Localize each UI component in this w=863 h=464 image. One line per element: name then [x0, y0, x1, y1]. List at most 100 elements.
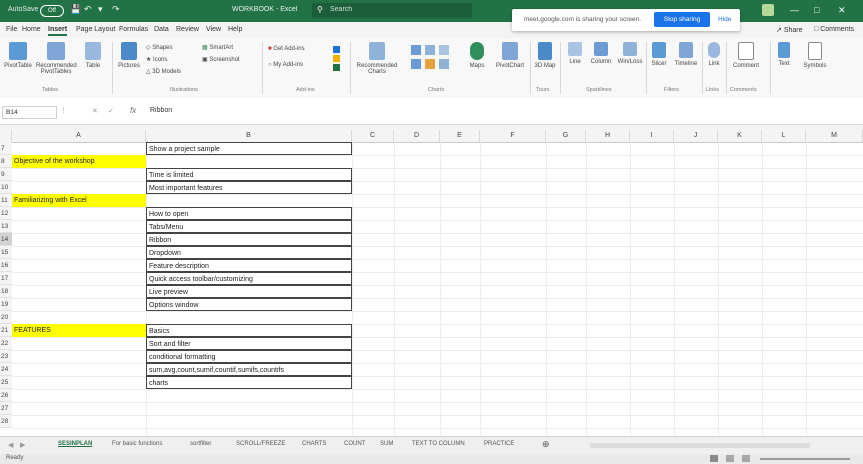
- cell-b21[interactable]: Basics: [146, 324, 352, 337]
- cell-a20[interactable]: [12, 311, 146, 324]
- maps-button[interactable]: Maps: [466, 42, 488, 69]
- page-break-view-icon[interactable]: [742, 455, 750, 462]
- row-header-14[interactable]: 14: [0, 233, 12, 246]
- search-box[interactable]: ⚲ Search: [312, 3, 472, 18]
- cell-b23[interactable]: conditional formatting: [146, 350, 352, 363]
- 3d-models-button[interactable]: △ 3D Models: [146, 68, 196, 75]
- row-header-11[interactable]: 11: [0, 194, 12, 207]
- recommended-charts-button[interactable]: Recommended Charts: [354, 42, 400, 75]
- cell-b15[interactable]: Dropdown: [146, 246, 352, 259]
- avatar[interactable]: [762, 4, 774, 16]
- normal-view-icon[interactable]: [710, 455, 718, 462]
- cell-b7[interactable]: Show a project sample: [146, 142, 352, 155]
- row-header-27[interactable]: 27: [0, 402, 12, 415]
- select-all-corner[interactable]: [0, 130, 12, 142]
- cell-a19[interactable]: [12, 298, 146, 311]
- cell-a23[interactable]: [12, 350, 146, 363]
- tab-file[interactable]: File: [6, 26, 17, 33]
- stop-sharing-button[interactable]: Stop sharing: [654, 12, 710, 27]
- row-header-17[interactable]: 17: [0, 272, 12, 285]
- row-header-24[interactable]: 24: [0, 363, 12, 376]
- row-header-15[interactable]: 15: [0, 246, 12, 259]
- cell-a27[interactable]: [12, 402, 146, 415]
- name-box[interactable]: B14: [2, 106, 57, 119]
- col-header-e[interactable]: E: [440, 130, 480, 142]
- table-button[interactable]: Table: [82, 42, 104, 69]
- restore-icon[interactable]: □: [814, 5, 819, 15]
- cell-b24[interactable]: sum,avg,count,sumif,countif,sumifs,count…: [146, 363, 352, 376]
- tab-help[interactable]: Help: [228, 26, 242, 33]
- text-button[interactable]: Text: [774, 42, 794, 67]
- cell-b19[interactable]: Options window: [146, 298, 352, 311]
- redo-icon[interactable]: ↷: [112, 4, 120, 15]
- pivotchart-button[interactable]: PivotChart: [492, 42, 528, 69]
- pictures-button[interactable]: Pictures: [116, 42, 142, 69]
- row-header-26[interactable]: 26: [0, 389, 12, 402]
- sheet-tab-charts[interactable]: CHARTS: [302, 441, 327, 447]
- comments-button[interactable]: □ Comments: [814, 26, 854, 33]
- chevron-down-icon[interactable]: ▾: [98, 4, 103, 15]
- cell-a12[interactable]: [12, 207, 146, 220]
- cell-b12[interactable]: How to open: [146, 207, 352, 220]
- col-header-b[interactable]: B: [146, 130, 352, 142]
- row-header-22[interactable]: 22: [0, 337, 12, 350]
- insert-function-button[interactable]: fx: [130, 106, 136, 115]
- row-header-19[interactable]: 19: [0, 298, 12, 311]
- cell-a14[interactable]: [12, 233, 146, 246]
- add-sheet-icon[interactable]: ⊕: [542, 439, 550, 450]
- row-header-18[interactable]: 18: [0, 285, 12, 298]
- tab-review[interactable]: Review: [176, 26, 199, 33]
- share-button[interactable]: ↗ Share: [776, 26, 803, 34]
- cell-a10[interactable]: [12, 181, 146, 194]
- tab-page-layout[interactable]: Page Layout: [76, 26, 115, 33]
- scroll-right-icon[interactable]: ▶: [20, 441, 25, 449]
- cell-b10[interactable]: Most important features: [146, 181, 352, 194]
- cell-a26[interactable]: [12, 389, 146, 402]
- recommended-pivottables-button[interactable]: Recommended PivotTables: [36, 42, 77, 75]
- cell-b18[interactable]: Live preview: [146, 285, 352, 298]
- cell-b25[interactable]: charts: [146, 376, 352, 389]
- sparkline-winloss-button[interactable]: Win/Loss: [616, 42, 644, 65]
- col-header-g[interactable]: G: [546, 130, 586, 142]
- sheet-tab-practice[interactable]: PRACTICE: [484, 441, 514, 447]
- row-header-21[interactable]: 21: [0, 324, 12, 337]
- cancel-icon[interactable]: ✕: [92, 107, 98, 115]
- tab-formulas[interactable]: Formulas: [119, 26, 148, 33]
- cell-a16[interactable]: [12, 259, 146, 272]
- cell-b16[interactable]: Feature description: [146, 259, 352, 272]
- row-header-20[interactable]: 20: [0, 311, 12, 324]
- cell-a24[interactable]: [12, 363, 146, 376]
- link-button[interactable]: Link: [704, 42, 724, 67]
- col-header-m[interactable]: M: [806, 130, 863, 142]
- more-icon[interactable]: ⋮: [60, 107, 67, 115]
- zoom-slider[interactable]: [760, 458, 850, 460]
- cell-a11[interactable]: Familiarizing with Excel: [12, 194, 146, 207]
- screenshot-button[interactable]: ▣ Screenshot: [202, 56, 256, 63]
- tab-view[interactable]: View: [206, 26, 221, 33]
- col-header-j[interactable]: J: [674, 130, 718, 142]
- row-header-23[interactable]: 23: [0, 350, 12, 363]
- symbols-button[interactable]: Symbols: [798, 42, 832, 69]
- cell-a25[interactable]: [12, 376, 146, 389]
- col-header-l[interactable]: L: [762, 130, 806, 142]
- slicer-button[interactable]: Slicer: [648, 42, 670, 67]
- pivottable-button[interactable]: PivotTable: [4, 42, 32, 69]
- row-header-16[interactable]: 16: [0, 259, 12, 272]
- shapes-button[interactable]: ◇ Shapes: [146, 44, 196, 51]
- enter-icon[interactable]: ✓: [108, 107, 114, 115]
- cell-a8[interactable]: Objective of the workshop: [12, 155, 146, 168]
- close-icon[interactable]: ✕: [838, 5, 846, 16]
- sheet-tab-sortfilter[interactable]: sortfilter: [190, 441, 211, 447]
- sheet-tab-sesinplan[interactable]: SESINPLAN: [58, 441, 92, 447]
- page-layout-view-icon[interactable]: [726, 455, 734, 462]
- my-addins-button[interactable]: ○ My Add-ins: [268, 62, 324, 68]
- col-header-i[interactable]: I: [630, 130, 674, 142]
- tab-home[interactable]: Home: [22, 26, 41, 33]
- cell-a21[interactable]: FEATURES: [12, 324, 146, 337]
- timeline-button[interactable]: Timeline: [672, 42, 700, 67]
- hide-button[interactable]: Hide: [718, 16, 731, 23]
- horizontal-scrollbar[interactable]: [590, 443, 810, 448]
- col-header-c[interactable]: C: [352, 130, 394, 142]
- tab-data[interactable]: Data: [154, 26, 169, 33]
- cell-a7[interactable]: [12, 142, 146, 155]
